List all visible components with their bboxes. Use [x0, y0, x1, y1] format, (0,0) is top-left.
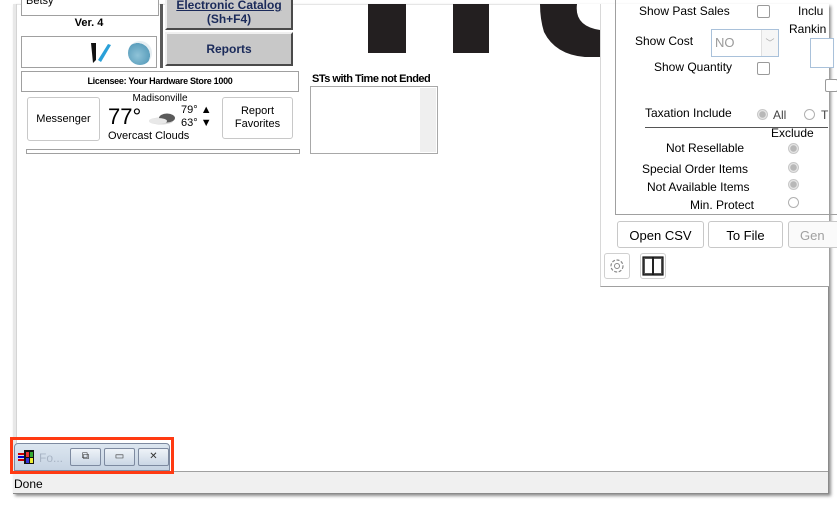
open-csv-button[interactable]: Open CSV [617, 221, 704, 248]
user-name: Betsy [26, 0, 54, 7]
weather-low: 63° ▼ [181, 117, 212, 129]
gear-icon [610, 259, 624, 273]
taxation-all-label: All [773, 108, 787, 122]
show-quantity-checkbox[interactable] [757, 62, 770, 75]
v-logo-icon [91, 43, 111, 63]
cloud-icon [149, 113, 175, 125]
reports-button[interactable]: Reports [165, 32, 293, 66]
report-favorites-line1: Report [240, 105, 275, 117]
to-file-button[interactable]: To File [708, 221, 783, 248]
extra-checkbox[interactable] [825, 79, 837, 92]
electronic-catalog-shortcut: (Sh+F4) [206, 12, 252, 26]
user-name-box: Betsy [21, 0, 159, 16]
chevron-down-icon[interactable]: ﹀ [761, 30, 778, 56]
show-quantity-label: Show Quantity [654, 60, 733, 74]
ranking-input[interactable] [810, 38, 834, 68]
st-list-scrollbar[interactable] [420, 88, 436, 152]
exclude-label: Exclude [771, 126, 814, 140]
show-past-sales-label: Show Past Sales [639, 4, 730, 18]
weather-high: 79° ▲ [181, 104, 212, 116]
special-order-items-radio[interactable] [788, 162, 799, 173]
vertical-divider [160, 4, 163, 68]
licensee-banner: Licensee: Your Hardware Store 1000 [21, 71, 299, 92]
include-label: Inclu [798, 4, 824, 18]
not-resellable-radio[interactable] [788, 143, 799, 154]
logo-box [21, 36, 157, 68]
show-past-sales-checkbox[interactable] [757, 5, 770, 18]
min-protect-radio[interactable] [788, 197, 799, 208]
weather-high-value: 79° [181, 104, 198, 116]
st-list-label: STs with Time not Ended [312, 73, 431, 85]
brand-logo-glyph-3 [540, 4, 600, 57]
to-file-label: To File [726, 228, 765, 243]
status-text: Done [14, 477, 43, 491]
exclude-row-label: Special Order Items [642, 162, 749, 176]
weather-city: Madisonville [132, 93, 188, 104]
weather-condition: Overcast Clouds [108, 130, 190, 142]
report-favorites-button[interactable]: Report Favorites [222, 97, 293, 139]
reports-label: Reports [206, 42, 252, 56]
exclude-row-label: Not Available Items [647, 180, 750, 194]
report-favorites-line2: Favorites [234, 118, 281, 130]
brand-logo-glyph-2 [453, 4, 489, 53]
globe-icon [128, 41, 152, 65]
weather-temperature: 77° [108, 104, 142, 129]
show-cost-label: Show Cost [635, 34, 694, 48]
brand-logo-glyph-1 [368, 4, 406, 53]
open-csv-label: Open CSV [629, 228, 692, 243]
show-cost-value: NO [715, 35, 735, 50]
highlight-box [10, 437, 174, 474]
generate-label: Gen [800, 228, 825, 243]
status-bar [13, 472, 828, 493]
electronic-catalog-button[interactable]: Electronic Catalog (Sh+F4) [165, 0, 293, 30]
up-arrow-icon: ▲ [200, 104, 212, 116]
taxation-t-radio[interactable] [804, 109, 815, 120]
not-available-items-radio[interactable] [788, 179, 799, 190]
settings-button[interactable] [604, 253, 630, 279]
version-label: Ver. 4 [74, 17, 104, 29]
electronic-catalog-label: Electronic Catalog [176, 0, 282, 12]
show-cost-select[interactable]: NO ﹀ [711, 29, 779, 57]
weather-low-value: 63° [181, 117, 198, 129]
messenger-button[interactable]: Messenger [27, 97, 100, 141]
window-left-edge [13, 4, 17, 471]
taxation-include-label: Taxation Include [645, 106, 732, 120]
taxation-t-label: T [821, 108, 829, 122]
exclude-row-label: Not Resellable [666, 141, 745, 155]
ranking-label: Rankin [789, 22, 827, 36]
book-button[interactable] [640, 253, 666, 279]
progress-bar [26, 149, 300, 154]
generate-button[interactable]: Gen [788, 221, 837, 248]
st-list[interactable] [310, 86, 438, 154]
taxation-all-radio[interactable] [757, 109, 768, 120]
book-icon [642, 256, 664, 276]
down-arrow-icon: ▼ [200, 117, 212, 129]
exclude-row-label: Min. Protect [690, 198, 755, 212]
